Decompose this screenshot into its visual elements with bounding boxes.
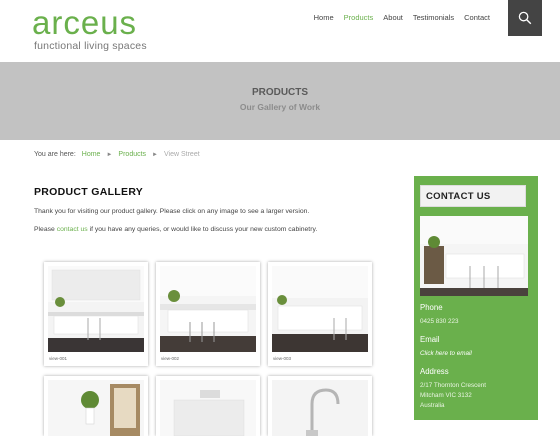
page-subtitle: Our Gallery of Work: [239, 102, 321, 112]
address-label: Address: [420, 367, 449, 376]
nav-home[interactable]: Home: [314, 13, 334, 22]
nav-contact[interactable]: Contact: [464, 13, 490, 22]
nav-products[interactable]: Products: [344, 13, 374, 22]
address-line: Australia: [420, 402, 445, 409]
thumb-caption: view-002: [161, 356, 180, 361]
page-title: PRODUCTS: [251, 87, 309, 98]
gallery-thumb[interactable]: [268, 376, 372, 436]
sidebar-kitchen-photo: [420, 216, 528, 296]
gallery-heading: PRODUCT GALLERY: [34, 186, 144, 198]
nav-testimonials[interactable]: Testimonials: [413, 13, 454, 22]
phone-label: Phone: [420, 303, 443, 312]
address-line: Mitcham VIC 3132: [420, 392, 472, 399]
kitchen-photo: [48, 266, 144, 352]
gallery-contact-line: Please contact us if you have any querie…: [34, 226, 317, 233]
kitchen-photo: [160, 266, 256, 352]
contact-heading: CONTACT US: [420, 185, 526, 207]
phone-value: 0425 830 223: [420, 318, 459, 325]
main-nav: Home Products About Testimonials Contact: [314, 13, 490, 22]
contact-line-pre: Please: [34, 226, 55, 233]
email-label: Email: [420, 335, 440, 344]
thumb-caption: view-003: [273, 356, 292, 361]
breadcrumb-home[interactable]: Home: [82, 151, 101, 158]
breadcrumb-products[interactable]: Products: [118, 151, 146, 158]
breadcrumb-separator-icon: ►: [106, 151, 113, 158]
kitchen-photo: [48, 380, 144, 436]
gallery-thumb[interactable]: view-001: [44, 262, 148, 366]
kitchen-photo: [272, 266, 368, 352]
gallery-thumb[interactable]: [44, 376, 148, 436]
site-logo[interactable]: arceus functional living spaces: [32, 4, 172, 54]
logo-tagline: functional living spaces: [34, 40, 147, 52]
search-button[interactable]: [508, 0, 542, 36]
logo-wordmark: arceus: [32, 4, 138, 41]
gallery-grid: view-001 view-002 view-003: [44, 262, 372, 436]
contact-us-link[interactable]: contact us: [57, 226, 88, 233]
nav-about[interactable]: About: [383, 13, 403, 22]
email-link[interactable]: Click here to email: [420, 350, 472, 357]
contact-line-post: if you have any queries, or would like t…: [89, 226, 318, 233]
address-line: 2/17 Thornton Crescent: [420, 382, 487, 389]
gallery-thumb[interactable]: [156, 376, 260, 436]
gallery-thumb[interactable]: view-003: [268, 262, 372, 366]
thumb-caption: view-001: [49, 356, 68, 361]
kitchen-photo: [272, 380, 368, 436]
breadcrumb-current: View Street: [164, 151, 200, 158]
breadcrumb: You are here: Home ► Products ► View Str…: [34, 151, 200, 158]
page-banner: PRODUCTS Our Gallery of Work: [0, 62, 560, 140]
kitchen-photo: [160, 380, 256, 436]
contact-sidebar: CONTACT US Phone 0425 830 223 Email Clic…: [414, 176, 538, 420]
gallery-intro: Thank you for visiting our product galle…: [34, 208, 310, 215]
breadcrumb-separator-icon: ►: [152, 151, 158, 158]
gallery-thumb[interactable]: view-002: [156, 262, 260, 366]
site-header: arceus functional living spaces Home Pro…: [0, 0, 560, 62]
breadcrumb-prefix: You are here:: [34, 151, 76, 158]
search-icon: [518, 11, 532, 25]
